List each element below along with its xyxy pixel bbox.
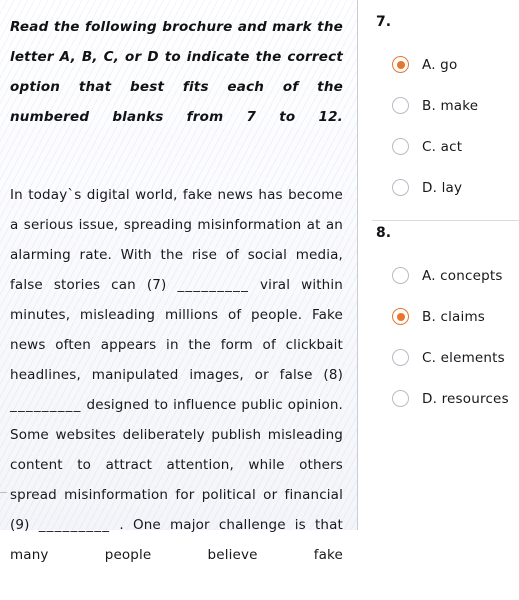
option-7-b-label: B. make: [422, 97, 479, 114]
option-7-c[interactable]: C. act: [372, 126, 519, 167]
question-7-options: A. go B. make C. act D. lay: [372, 44, 519, 208]
option-7-d[interactable]: D. lay: [372, 167, 519, 208]
option-7-d-label: D. lay: [422, 179, 463, 196]
option-8-a-label: A. concepts: [422, 267, 503, 284]
question-8: 8. A. concepts B. claims C. elements D. …: [372, 225, 519, 419]
answers-column: 7. A. go B. make C. act D. lay 8. A. con…: [358, 0, 519, 530]
option-8-d-label: D. resources: [422, 390, 509, 407]
radio-button-icon[interactable]: [392, 179, 409, 196]
exam-page: Read the following brochure and mark the…: [0, 0, 519, 563]
option-8-c[interactable]: C. elements: [372, 337, 519, 378]
question-7-number: 7.: [376, 14, 392, 30]
question-8-number: 8.: [376, 225, 392, 241]
passage-text: In today`s digital world, fake news has …: [10, 180, 343, 600]
option-8-a[interactable]: A. concepts: [372, 255, 519, 296]
passage-column: Read the following brochure and mark the…: [0, 0, 358, 563]
question-8-options: A. concepts B. claims C. elements D. res…: [372, 255, 519, 419]
option-8-d[interactable]: D. resources: [372, 378, 519, 419]
radio-button-icon[interactable]: [392, 349, 409, 366]
passage-segment-3: designed to influence public opinion. So…: [10, 397, 343, 533]
blank-8: _________: [10, 397, 82, 413]
option-8-b-label: B. claims: [422, 308, 486, 325]
radio-button-icon[interactable]: [392, 97, 409, 114]
question-divider: [372, 220, 519, 221]
blank-7: _________: [177, 277, 250, 293]
option-8-c-label: C. elements: [422, 349, 505, 366]
blank-9: _________: [38, 517, 111, 533]
option-7-c-label: C. act: [422, 138, 463, 155]
radio-button-icon[interactable]: [392, 267, 409, 284]
option-7-a-label: A. go: [422, 56, 458, 73]
radio-button-icon[interactable]: [392, 138, 409, 155]
option-8-b[interactable]: B. claims: [372, 296, 519, 337]
option-7-b[interactable]: B. make: [372, 85, 519, 126]
instructions-text: Read the following brochure and mark the…: [10, 19, 343, 125]
option-7-a[interactable]: A. go: [372, 44, 519, 85]
radio-button-icon[interactable]: [392, 390, 409, 407]
scan-artifact: [0, 492, 7, 493]
radio-button-icon[interactable]: [392, 308, 409, 325]
question-7: 7. A. go B. make C. act D. lay: [372, 14, 519, 208]
radio-button-icon[interactable]: [392, 56, 409, 73]
